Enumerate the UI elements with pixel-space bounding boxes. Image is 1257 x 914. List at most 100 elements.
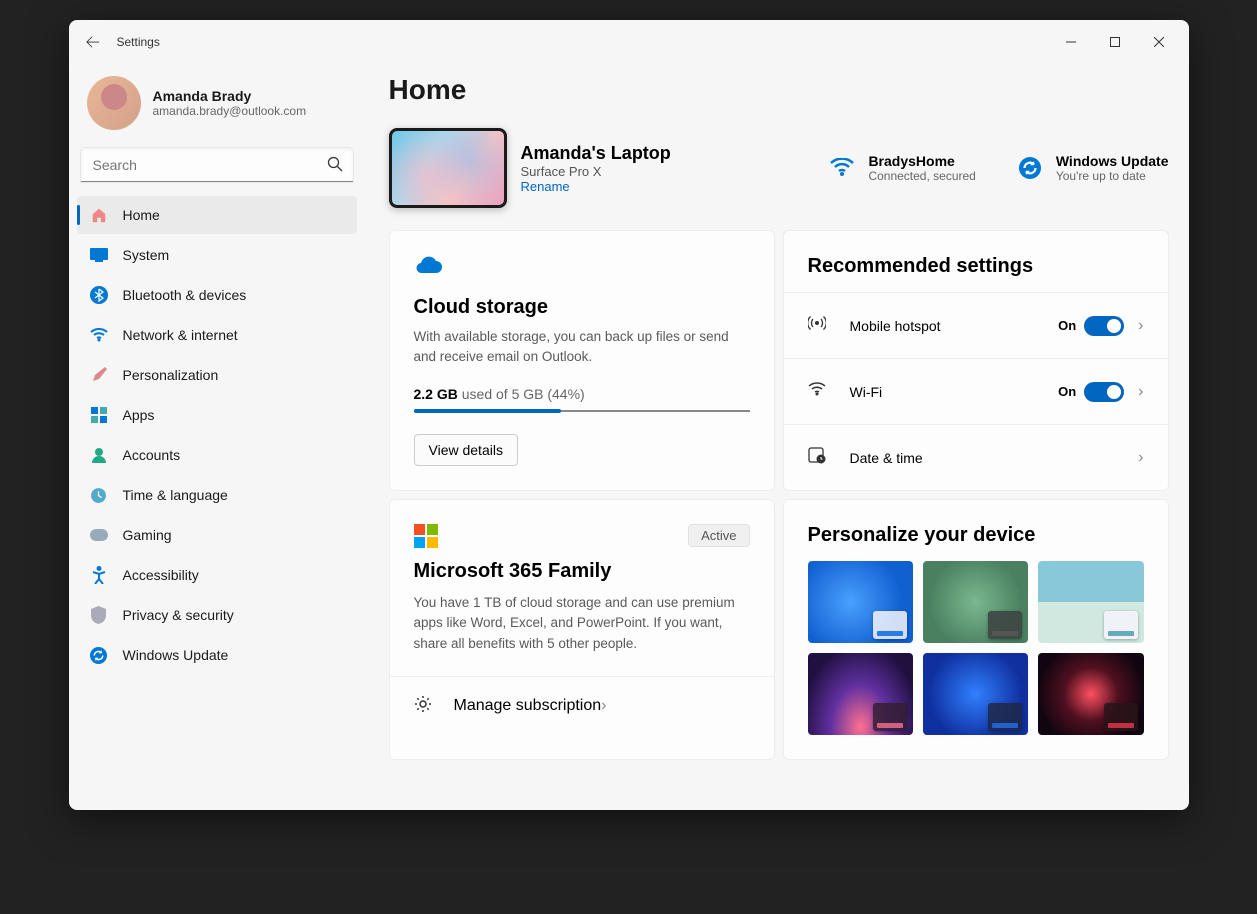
cloud-icon (414, 255, 750, 280)
nav-label: Bluetooth & devices (123, 287, 247, 303)
nav-time[interactable]: Time & language (77, 476, 357, 514)
manage-subscription[interactable]: Manage subscription › (390, 676, 774, 736)
cloud-storage-card: Cloud storage With available storage, yo… (389, 230, 775, 491)
nav-network[interactable]: Network & internet (77, 316, 357, 354)
m365-desc: You have 1 TB of cloud storage and can u… (390, 593, 774, 676)
device-model: Surface Pro X (521, 164, 671, 179)
titlebar: Settings (69, 20, 1189, 64)
hotspot-toggle[interactable] (1084, 316, 1124, 336)
view-details-button[interactable]: View details (414, 434, 518, 466)
wifi-icon (89, 325, 109, 345)
wifi-sub: Connected, secured (868, 169, 975, 183)
maximize-button[interactable] (1093, 26, 1137, 58)
hotspot-icon (808, 314, 828, 337)
recommended-title: Recommended settings (784, 231, 1168, 292)
update-icon (89, 645, 109, 665)
active-badge: Active (688, 524, 749, 547)
profile-email: amanda.brady@outlook.com (153, 104, 307, 118)
sidebar: Amanda Brady amanda.brady@outlook.com Ho… (69, 64, 369, 810)
theme-option-1[interactable] (808, 561, 913, 643)
user-profile[interactable]: Amanda Brady amanda.brady@outlook.com (77, 72, 357, 148)
nav-bluetooth[interactable]: Bluetooth & devices (77, 276, 357, 314)
nav-label: Gaming (123, 527, 172, 543)
update-status[interactable]: Windows UpdateYou're up to date (1016, 153, 1169, 183)
clock-icon (89, 485, 109, 505)
nav-update[interactable]: Windows Update (77, 636, 357, 674)
accessibility-icon (89, 565, 109, 585)
update-status-icon (1016, 154, 1044, 182)
theme-option-4[interactable] (808, 653, 913, 735)
update-sub: You're up to date (1056, 169, 1169, 183)
theme-option-5[interactable] (923, 653, 1028, 735)
chevron-right-icon: › (601, 697, 606, 715)
nav-list: Home System Bluetooth & devices Network … (77, 196, 357, 674)
update-title: Windows Update (1056, 153, 1169, 169)
search-icon (327, 156, 343, 177)
maximize-icon (1110, 37, 1120, 47)
setting-wifi[interactable]: Wi-Fi On › (784, 358, 1168, 424)
wifi-status[interactable]: BradysHomeConnected, secured (828, 153, 975, 183)
back-arrow-icon (86, 35, 100, 49)
minimize-button[interactable] (1049, 26, 1093, 58)
nav-privacy[interactable]: Privacy & security (77, 596, 357, 634)
brush-icon (89, 365, 109, 385)
page-title: Home (389, 74, 1169, 106)
person-icon (89, 445, 109, 465)
theme-option-6[interactable] (1038, 653, 1143, 735)
device-row: Amanda's Laptop Surface Pro X Rename Bra… (389, 128, 1169, 208)
search-input[interactable] (81, 148, 353, 182)
chevron-right-icon: › (1138, 383, 1143, 401)
setting-date-time[interactable]: Date & time › (784, 424, 1168, 490)
wifi-toggle[interactable] (1084, 382, 1124, 402)
nav-label: Apps (123, 407, 155, 423)
nav-label: Home (123, 207, 160, 223)
cloud-usage: 2.2 GB used of 5 GB (44%) (414, 386, 750, 402)
device-name: Amanda's Laptop (521, 143, 671, 164)
window-title: Settings (117, 35, 160, 49)
nav-apps[interactable]: Apps (77, 396, 357, 434)
personalize-title: Personalize your device (784, 500, 1168, 561)
apps-icon (89, 405, 109, 425)
nav-home[interactable]: Home (77, 196, 357, 234)
nav-label: Personalization (123, 367, 219, 383)
main-content: Home Amanda's Laptop Surface Pro X Renam… (369, 64, 1189, 810)
nav-label: Windows Update (123, 647, 229, 663)
nav-label: Time & language (123, 487, 228, 503)
wifi-icon (808, 382, 828, 401)
gear-icon (414, 695, 434, 718)
back-button[interactable] (77, 26, 109, 58)
personalize-card: Personalize your device (783, 499, 1169, 760)
rename-link[interactable]: Rename (521, 179, 671, 194)
shield-icon (89, 605, 109, 625)
cloud-desc: With available storage, you can back up … (414, 327, 750, 366)
m365-card: Active Microsoft 365 Family You have 1 T… (389, 499, 775, 760)
nav-accessibility[interactable]: Accessibility (77, 556, 357, 594)
nav-label: Accounts (123, 447, 181, 463)
nav-label: Accessibility (123, 567, 199, 583)
settings-window: Settings Amanda Brady amanda.brady@outlo… (69, 20, 1189, 810)
wifi-status-icon (828, 154, 856, 182)
setting-mobile-hotspot[interactable]: Mobile hotspot On › (784, 292, 1168, 358)
chevron-right-icon: › (1138, 317, 1143, 335)
close-button[interactable] (1137, 26, 1181, 58)
nav-label: Network & internet (123, 327, 238, 343)
recommended-settings-card: Recommended settings Mobile hotspot On ›… (783, 230, 1169, 491)
home-icon (89, 205, 109, 225)
cloud-title: Cloud storage (414, 296, 750, 319)
theme-option-3[interactable] (1038, 561, 1143, 643)
m365-title: Microsoft 365 Family (390, 556, 774, 593)
microsoft-logo-icon (414, 524, 438, 548)
close-icon (1154, 37, 1164, 47)
calendar-clock-icon (808, 446, 828, 469)
nav-accounts[interactable]: Accounts (77, 436, 357, 474)
nav-label: System (123, 247, 170, 263)
search-box (81, 148, 353, 182)
bluetooth-icon (89, 285, 109, 305)
nav-personalization[interactable]: Personalization (77, 356, 357, 394)
chevron-right-icon: › (1138, 449, 1143, 467)
nav-label: Privacy & security (123, 607, 234, 623)
nav-system[interactable]: System (77, 236, 357, 274)
nav-gaming[interactable]: Gaming (77, 516, 357, 554)
gaming-icon (89, 525, 109, 545)
theme-option-2[interactable] (923, 561, 1028, 643)
